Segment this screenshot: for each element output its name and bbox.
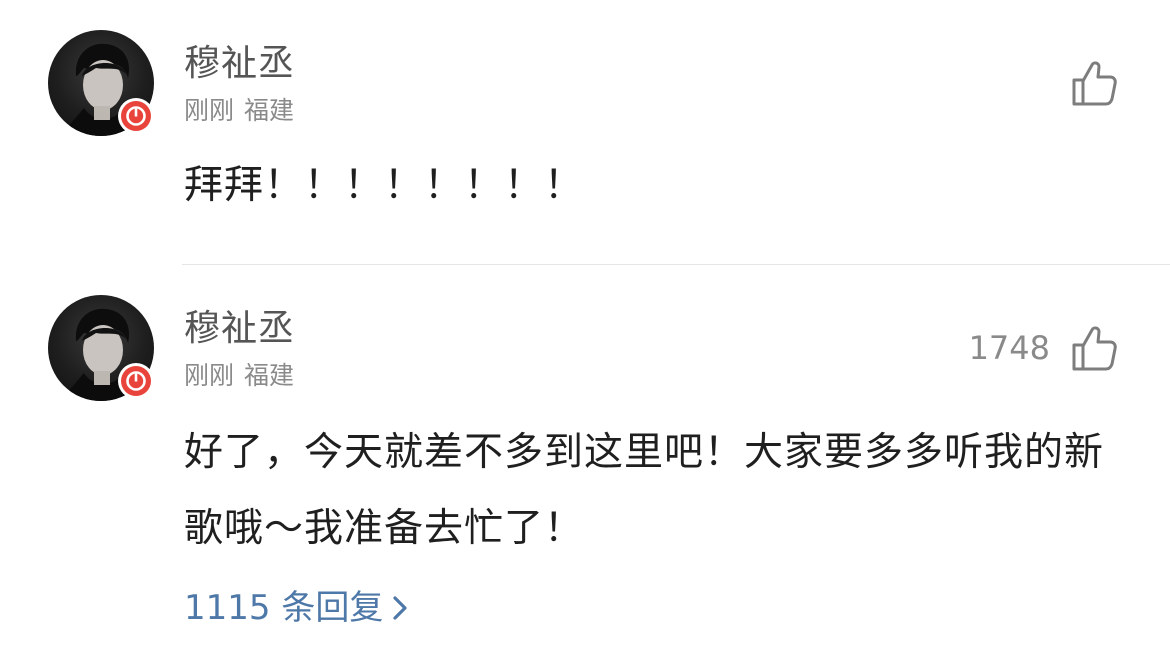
thumbs-up-icon	[1072, 61, 1117, 106]
like-button[interactable]	[1050, 57, 1118, 109]
music-badge-icon	[118, 363, 154, 399]
replies-label: 1115 条回复	[184, 588, 384, 628]
comment-item: 穆祉丞 刚刚 福建 1748 好了，今天就差不多到这里吧！大家要多多听我的新歌哦～…	[0, 265, 1170, 669]
view-replies-link[interactable]: 1115 条回复	[184, 586, 411, 630]
comment-location: 福建	[244, 96, 295, 125]
thumbs-up-icon	[1072, 326, 1117, 371]
username[interactable]: 穆祉丞	[184, 42, 295, 86]
comment-time: 刚刚	[184, 361, 235, 390]
avatar[interactable]	[48, 295, 154, 401]
music-badge-icon	[118, 98, 154, 134]
comment-text: 好了，今天就差不多到这里吧！大家要多多听我的新歌哦～我准备去忙了！	[184, 430, 1105, 551]
avatar[interactable]	[48, 30, 154, 136]
comment-time: 刚刚	[184, 96, 235, 125]
comment-meta: 刚刚 福建	[184, 96, 304, 126]
like-button[interactable]: 1748	[969, 322, 1118, 374]
comment-item: 穆祉丞 刚刚 福建 拜拜！！！！！！！！	[0, 0, 1170, 264]
username[interactable]: 穆祉丞	[184, 307, 295, 351]
chevron-right-icon	[393, 596, 407, 620]
comment-meta: 刚刚 福建	[184, 361, 304, 391]
like-count: 1748	[968, 329, 1050, 367]
comment-location: 福建	[244, 361, 295, 390]
comment-text: 拜拜！！！！！！！！	[184, 163, 585, 208]
